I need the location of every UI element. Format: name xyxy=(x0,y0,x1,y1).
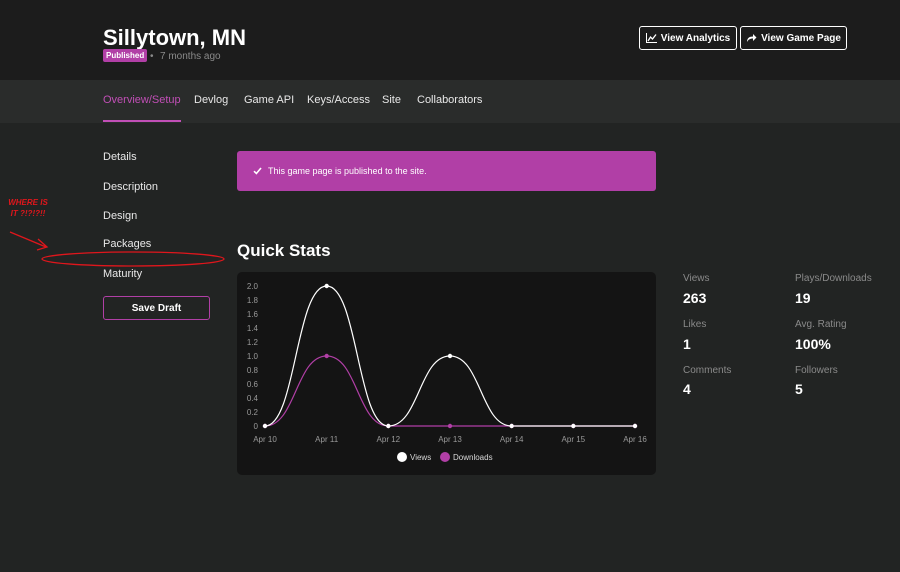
publish-time: 7 months ago xyxy=(160,51,221,62)
stat-value-comments: 4 xyxy=(683,381,691,397)
annotation-arrow-icon xyxy=(9,231,47,248)
data-point-views[interactable] xyxy=(632,423,638,429)
series-line-downloads xyxy=(264,355,635,427)
y-tick-label: 1.6 xyxy=(247,310,259,319)
published-notice: This game page is published to the site. xyxy=(237,151,656,191)
share-arrow-icon xyxy=(747,34,757,42)
stat-value-likes: 1 xyxy=(683,336,691,352)
data-point-views[interactable] xyxy=(324,283,329,289)
y-tick-label: 1.8 xyxy=(247,296,259,305)
tab-collaborators[interactable]: Collaborators xyxy=(417,94,482,106)
data-point-views[interactable] xyxy=(509,423,514,429)
y-tick-label: 0.6 xyxy=(247,380,259,389)
data-point-views[interactable] xyxy=(386,423,391,429)
stats-chart: 0 0.2 0.4 0.6 0.8 1.0 1.2 1.4 1.6 1.8 2.0 Apr 10 Ap… xyxy=(237,272,656,475)
x-tick-label: Apr 15 xyxy=(562,435,586,444)
y-tick-label: 2.0 xyxy=(247,282,259,291)
stat-label-avg-rating: Avg. Rating xyxy=(795,319,847,330)
y-tick-label: 0.4 xyxy=(247,394,259,403)
stat-label-comments: Comments xyxy=(683,365,732,376)
data-point-downloads[interactable] xyxy=(324,353,329,359)
quick-stats-title: Quick Stats xyxy=(237,241,331,260)
data-point-downloads[interactable] xyxy=(447,423,453,429)
legend-label-views: Views xyxy=(410,453,431,462)
data-point-views[interactable] xyxy=(447,353,453,359)
y-tick-label: 1.4 xyxy=(247,324,259,333)
legend-swatch-views xyxy=(397,452,407,462)
stat-label-plays-downloads: Plays/Downloads xyxy=(795,273,872,284)
legend-swatch-downloads xyxy=(440,452,450,462)
x-tick-label: Apr 14 xyxy=(500,435,524,444)
tab-devlog[interactable]: Devlog xyxy=(194,94,228,106)
page-header: Sillytown, MN Published • 7 months ago V… xyxy=(0,0,900,80)
y-tick-label: 0 xyxy=(254,422,259,431)
stat-label-likes: Likes xyxy=(683,319,707,330)
stat-label-followers: Followers xyxy=(795,365,838,376)
legend-label-downloads: Downloads xyxy=(453,453,493,462)
notice-text: This game page is published to the site. xyxy=(268,166,427,176)
y-tick-label: 1.0 xyxy=(247,352,259,361)
game-title: Sillytown, MN xyxy=(103,25,246,50)
view-game-page-label: View Game Page xyxy=(761,32,841,44)
x-tick-label: Apr 13 xyxy=(438,435,462,444)
tab-game-api[interactable]: Game API xyxy=(244,94,294,106)
view-analytics-label: View Analytics xyxy=(660,32,731,44)
view-game-page-button[interactable]: View Game Page xyxy=(740,26,847,50)
annotation-text: WHERE IS IT ?!?!?!! xyxy=(2,197,54,219)
x-tick-label: Apr 11 xyxy=(315,435,339,444)
y-tick-label: 0.2 xyxy=(247,408,259,417)
stat-value-avg-rating: 100% xyxy=(795,336,831,352)
annotation-markup xyxy=(9,231,225,267)
sidebar-item-description[interactable]: Description xyxy=(103,181,158,193)
tab-overview-setup[interactable]: Overview/Setup xyxy=(103,94,181,106)
view-analytics-button[interactable]: View Analytics xyxy=(639,26,737,50)
y-tick-label: 0.8 xyxy=(247,366,259,375)
data-point-views[interactable] xyxy=(262,423,268,429)
x-tick-label: Apr 12 xyxy=(377,435,401,444)
save-draft-button[interactable]: Save Draft xyxy=(103,296,210,320)
separator-dot: • xyxy=(150,51,154,62)
checkmark-icon xyxy=(253,167,262,175)
stat-value-views: 263 xyxy=(683,290,707,306)
stat-label-views: Views xyxy=(683,273,710,284)
x-tick-label: Apr 10 xyxy=(253,435,277,444)
tab-bar: Overview/Setup Devlog Game API Keys/Acce… xyxy=(0,80,900,123)
annotation-line-1: WHERE IS xyxy=(8,198,48,207)
annotation-line-2: IT ?!?!?!! xyxy=(10,209,46,218)
tab-site[interactable]: Site xyxy=(382,94,401,106)
active-tab-indicator xyxy=(103,120,181,122)
published-badge: Published xyxy=(103,49,148,62)
y-tick-label: 1.2 xyxy=(247,338,259,347)
sidebar-item-details[interactable]: Details xyxy=(103,151,137,163)
x-tick-label: Apr 16 xyxy=(623,435,647,444)
analytics-chart-icon xyxy=(645,33,657,43)
stat-value-plays-downloads: 19 xyxy=(795,290,811,306)
tab-keys-access[interactable]: Keys/Access xyxy=(307,94,370,106)
stat-value-followers: 5 xyxy=(795,381,803,397)
data-point-views[interactable] xyxy=(571,423,576,429)
annotation-ellipse xyxy=(41,251,225,267)
chart-canvas: 0 0.2 0.4 0.6 0.8 1.0 1.2 1.4 1.6 1.8 2.0 Apr 10 Ap… xyxy=(247,282,647,462)
